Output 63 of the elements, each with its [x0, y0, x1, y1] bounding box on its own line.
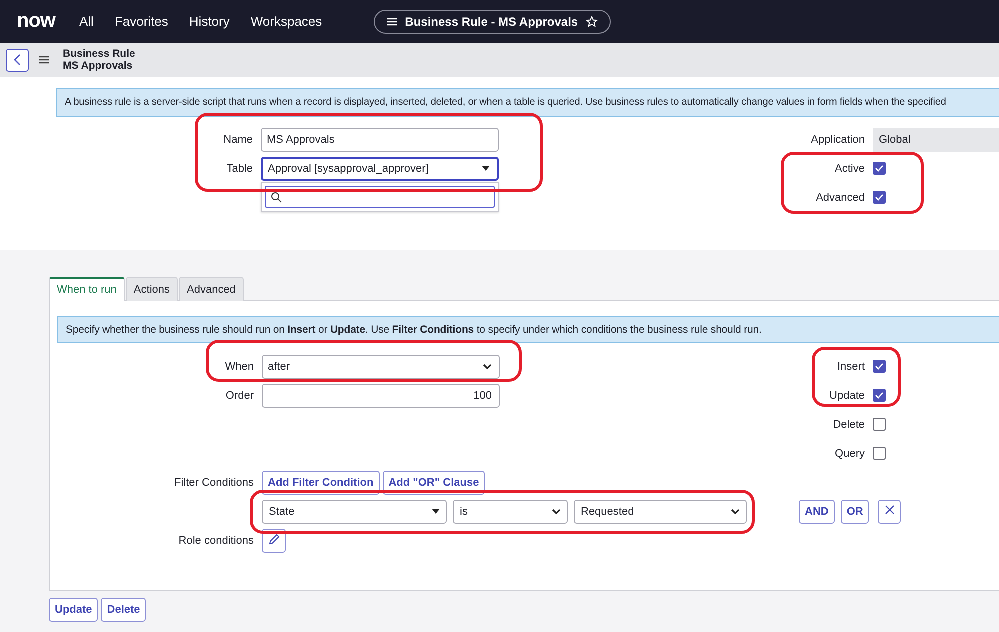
nav-item[interactable]: Favorites: [114, 14, 168, 29]
remove-button[interactable]: [878, 500, 902, 524]
operator-select[interactable]: is: [453, 500, 568, 524]
checkmark-icon: [875, 194, 884, 201]
field-label: Name: [222, 134, 253, 146]
checkmark-icon: [875, 363, 884, 370]
join-button[interactable]: AND: [799, 500, 835, 524]
checkmark-icon: [875, 165, 884, 172]
checkbox[interactable]: [873, 360, 886, 373]
nav-item[interactable]: History: [189, 14, 230, 29]
checkbox-label: Advanced: [815, 192, 865, 204]
pencil-icon: [268, 534, 280, 544]
caret-icon: [432, 509, 440, 514]
application-field: Global: [873, 128, 999, 152]
tab[interactable]: Advanced: [179, 277, 244, 301]
form-button[interactable]: Update: [49, 598, 98, 622]
join-button[interactable]: OR: [840, 500, 870, 524]
field-label: Filter Conditions: [174, 476, 254, 488]
tab[interactable]: Actions: [126, 277, 178, 301]
search-icon: [271, 192, 282, 202]
name-field[interactable]: MS Approvals: [261, 128, 499, 152]
logo[interactable]: now: [17, 10, 56, 33]
form-title: Business Rule: [63, 48, 136, 60]
checkbox-label: Insert: [836, 360, 865, 372]
field-label: Application: [810, 134, 865, 146]
value-select[interactable]: Requested: [574, 500, 747, 524]
field-label: Role conditions: [178, 534, 254, 546]
checkbox[interactable]: [873, 389, 886, 402]
when-select[interactable]: after: [262, 354, 500, 378]
back-icon: [14, 54, 21, 66]
info-banner: A business rule is a server-side script that runs when a record is displayed, inserted, deleted, or when a table is queried. Use business rules to automatically change values in form fields when the specified: [56, 88, 999, 117]
checkbox[interactable]: [873, 191, 886, 204]
form-button[interactable]: Delete: [101, 598, 146, 622]
order-field[interactable]: 100: [262, 384, 500, 408]
field-label: Order: [224, 390, 254, 402]
checkbox[interactable]: [873, 447, 886, 460]
info-banner: Specify whether the business rule should run on Insert or Update. Use Filter Conditions to specify under which conditions the business rule should run.: [57, 316, 999, 343]
checkbox[interactable]: [873, 418, 886, 431]
checkmark-icon: [875, 392, 884, 399]
table-select[interactable]: Approval [sysapproval_approver]: [261, 156, 499, 180]
checkbox[interactable]: [873, 162, 886, 175]
record-title-pill[interactable]: Business Rule - MS Approvals: [374, 10, 612, 34]
checkbox-label: Delete: [832, 418, 865, 430]
checkbox-label: Update: [828, 390, 865, 402]
form-subtitle: MS Approvals: [63, 60, 134, 72]
star-icon[interactable]: [586, 16, 598, 28]
nav-item[interactable]: Workspaces: [250, 14, 322, 29]
caret-icon: [482, 166, 490, 171]
field-select[interactable]: State: [262, 500, 447, 524]
back-button[interactable]: [6, 48, 29, 72]
checkbox-label: Active: [834, 162, 865, 174]
chevron-icon: [483, 364, 492, 370]
nav-item[interactable]: All: [80, 14, 94, 29]
checkbox-label: Query: [834, 448, 865, 460]
field-label: Table: [226, 162, 253, 174]
tab[interactable]: When to run: [49, 277, 125, 301]
record-title: Business Rule - MS Approvals: [405, 14, 578, 28]
menu-icon[interactable]: [39, 56, 49, 64]
chevron-icon: [552, 508, 561, 514]
list-icon: [387, 18, 398, 26]
chevron-icon: [731, 508, 740, 514]
field-label: When: [224, 360, 254, 372]
close-icon: [884, 505, 895, 515]
